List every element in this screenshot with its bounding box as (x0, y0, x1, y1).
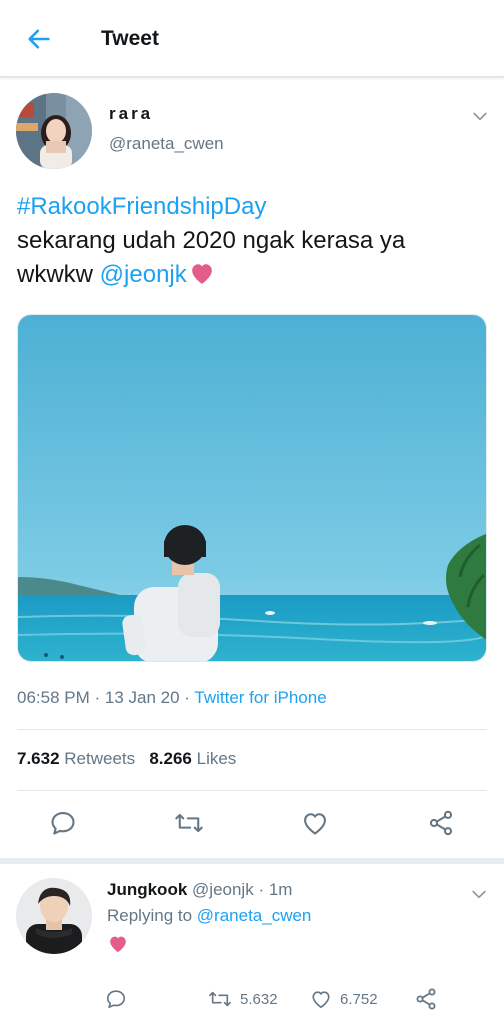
likes-count[interactable]: 8.266 (149, 749, 192, 768)
chevron-down-icon (472, 890, 486, 899)
tweet-date: 13 Jan 20 (104, 688, 180, 707)
like-icon (304, 813, 326, 835)
retweets-label[interactable]: Retweets (64, 749, 135, 768)
author-display-name[interactable]: rara (109, 104, 153, 124)
reply-time: 1m (268, 880, 293, 899)
reply-author-avatar[interactable] (16, 878, 92, 954)
divider (17, 729, 487, 730)
reply-icon (106, 990, 126, 1009)
author-handle[interactable]: @raneta_cwen (109, 134, 224, 154)
reply-like-count: 6.752 (340, 990, 378, 1008)
retweets-count[interactable]: 7.632 (17, 749, 60, 768)
heart-emoji (188, 261, 216, 295)
page-title: Tweet (101, 27, 159, 50)
like-button[interactable] (297, 805, 333, 841)
tweet-author-row: rara @raneta_cwen (0, 80, 504, 180)
share-icon (429, 810, 453, 836)
retweet-icon (175, 813, 203, 833)
tweet-photo[interactable] (17, 314, 487, 662)
top-app-bar: Tweet (0, 0, 504, 78)
share-button[interactable] (423, 805, 459, 841)
retweet-button[interactable] (171, 805, 207, 841)
tweet-timestamp-line: 06:58 PM · 13 Jan 20 · Twitter for iPhon… (17, 688, 327, 707)
reply-author-name[interactable]: Jungkook (107, 880, 187, 899)
tweet-stats: 7.632 Retweets 8.266 Likes (17, 749, 236, 769)
reply-options-button[interactable] (467, 882, 491, 906)
back-button[interactable] (22, 22, 56, 56)
like-icon (312, 991, 330, 1008)
tweet-source-link[interactable]: Twitter for iPhone (194, 688, 326, 707)
divider (17, 790, 487, 791)
arrow-left-icon (28, 29, 50, 49)
reply-reply-button[interactable] (105, 986, 127, 1012)
reply-like-button[interactable]: 6.752 (310, 986, 378, 1012)
hashtag-link[interactable]: #RakookFriendshipDay (17, 193, 266, 220)
tweet-options-button[interactable] (468, 104, 492, 128)
retweet-icon (209, 991, 231, 1007)
reply-button[interactable] (45, 805, 81, 841)
reply-retweet-button[interactable]: 5.632 (208, 986, 278, 1012)
reply-retweet-count: 5.632 (240, 990, 278, 1008)
heart-emoji (107, 934, 129, 958)
likes-label[interactable]: Likes (197, 749, 237, 768)
mention-link[interactable]: @jeonjk (100, 261, 187, 288)
reply-share-button[interactable] (414, 986, 438, 1012)
chevron-down-icon (473, 112, 487, 121)
reply-author-handle[interactable]: @jeonjk (192, 880, 254, 899)
reply-tweet[interactable]: Jungkook @jeonjk · 1m Replying to @ranet… (0, 858, 504, 1024)
share-icon (416, 988, 436, 1010)
reply-icon (51, 812, 75, 835)
author-avatar[interactable] (16, 93, 92, 169)
tweet-time: 06:58 PM (17, 688, 90, 707)
reply-author-line: Jungkook @jeonjk · 1m (107, 880, 293, 899)
tweet-text: #RakookFriendshipDay sekarang udah 2020 n… (17, 190, 487, 295)
replying-to-line: Replying to @raneta_cwen (107, 906, 312, 925)
replying-to-link[interactable]: @raneta_cwen (197, 906, 312, 925)
